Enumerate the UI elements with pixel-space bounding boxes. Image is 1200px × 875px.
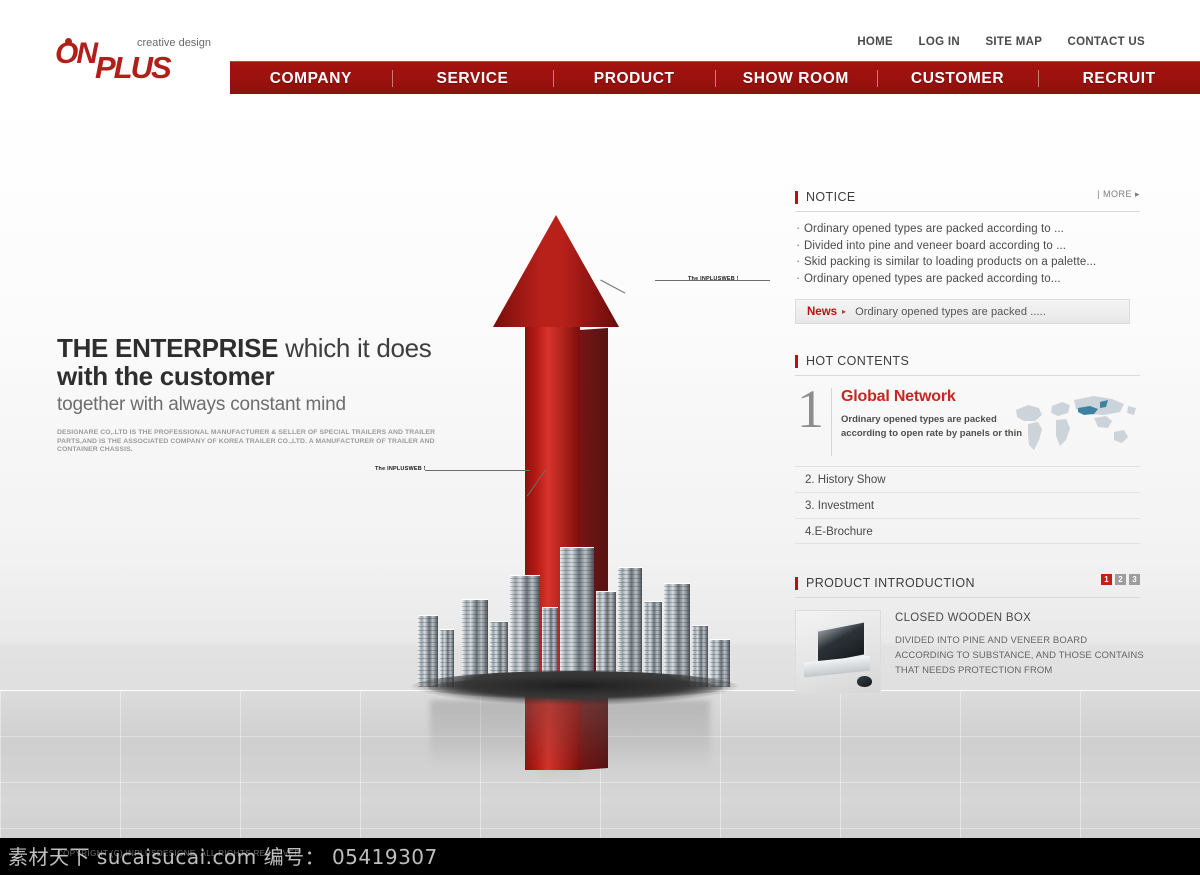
section-accent-bar xyxy=(795,576,798,590)
list-item[interactable]: 2. History Show xyxy=(795,466,1140,492)
product-card-text: CLOSED WOODEN BOX DIVIDED INTO PINE AND … xyxy=(881,610,1145,694)
callout-label-bottom: The INPLUSWEB ! xyxy=(375,466,426,472)
utility-link-sitemap[interactable]: SITE MAP xyxy=(985,36,1042,48)
headline-rest: which it does xyxy=(278,333,432,363)
list-item[interactable]: Ordinary opened types are packed accordi… xyxy=(795,220,1140,238)
news-banner[interactable]: News ▸ Ordinary opened types are packed … xyxy=(795,299,1130,324)
product-introduction-title: PRODUCT INTRODUCTION xyxy=(806,576,975,590)
feature-description: Ordinary opened types are packed accordi… xyxy=(841,414,1023,439)
list-item[interactable]: Ordinary opened types are packed accordi… xyxy=(795,270,1140,288)
utility-link-home[interactable]: HOME xyxy=(857,36,893,48)
logo-dot-icon xyxy=(65,38,72,45)
page-title: THE ENTERPRISE which it does xyxy=(57,334,457,362)
hot-contents-feature[interactable]: 1 Global Network Ordinary opened types a… xyxy=(795,382,1140,464)
utility-link-contact-us[interactable]: CONTACT US xyxy=(1067,36,1145,48)
logo-on-text: ON xyxy=(55,37,98,70)
pagination-page-3[interactable]: 3 xyxy=(1129,574,1140,585)
product-card: CLOSED WOODEN BOX DIVIDED INTO PINE AND … xyxy=(795,610,1144,694)
watermark-text: 素材天下 sucaisucai.com 编号： 05419307 xyxy=(8,845,438,869)
notice-more-link[interactable]: | MORE ▸ xyxy=(1097,189,1140,200)
company-description: DESIGNARE CO,.LTD IS THE PROFESSIONAL MA… xyxy=(57,429,436,454)
list-item[interactable]: 3. Investment xyxy=(795,492,1140,518)
headline-subtitle: together with always constant mind xyxy=(57,394,346,415)
callout-label-top: The INPLUSWEB ! xyxy=(688,276,739,282)
main-navigation: COMPANY SERVICE PRODUCT SHOW ROOM CUSTOM… xyxy=(230,61,1200,94)
page-root: The INPLUSWEB ! The INPLUSWEB ! THE ENTE… xyxy=(0,0,1200,875)
news-headline: Ordinary opened types are packed ..... xyxy=(855,305,1046,318)
headline-emphasis: THE ENTERPRISE xyxy=(57,333,279,363)
product-description: DIVIDED INTO PINE AND VENEER BOARD ACCOR… xyxy=(895,635,1144,676)
notice-header: NOTICE | MORE ▸ xyxy=(795,186,1140,208)
list-item[interactable]: Skid packing is similar to loading produ… xyxy=(795,253,1140,271)
logo-plus-text: PLUS xyxy=(95,50,172,85)
utility-nav: HOME LOG IN SITE MAP CONTACT US xyxy=(857,36,1145,48)
hot-contents-list: 2. History Show 3. Investment 4.E-Brochu… xyxy=(795,466,1140,544)
nav-item-service[interactable]: SERVICE xyxy=(391,62,554,95)
section-accent-bar xyxy=(795,190,798,204)
feature-title: Global Network xyxy=(841,388,956,405)
mouse-icon xyxy=(857,676,872,687)
product-introduction-section: PRODUCT INTRODUCTION 1 2 3 CLOSED WOODEN… xyxy=(795,572,1144,694)
product-introduction-divider xyxy=(795,597,1140,598)
hot-contents-divider xyxy=(795,375,1140,376)
headline-line2-text: with the customer xyxy=(57,361,275,391)
headline-line2: with the customer xyxy=(57,362,457,390)
feature-divider xyxy=(831,388,832,456)
city-base-inner xyxy=(428,677,723,699)
hero-illustration xyxy=(400,180,760,780)
product-introduction-header: PRODUCT INTRODUCTION 1 2 3 xyxy=(795,572,1140,594)
hero-headline-block: THE ENTERPRISE which it does with the cu… xyxy=(57,334,457,455)
nav-item-show-room[interactable]: SHOW ROOM xyxy=(715,62,877,95)
hot-contents-header: HOT CONTENTS xyxy=(795,350,1140,372)
news-arrow-icon: ▸ xyxy=(842,307,847,316)
section-accent-bar xyxy=(795,354,798,368)
nav-item-customer[interactable]: CUSTOMER xyxy=(876,62,1039,95)
news-label: News xyxy=(807,305,838,318)
list-item[interactable]: Divided into pine and veneer board accor… xyxy=(795,237,1140,255)
product-thumbnail[interactable] xyxy=(795,610,881,694)
product-title: CLOSED WOODEN BOX xyxy=(895,612,1032,624)
nav-item-company[interactable]: COMPANY xyxy=(230,62,392,95)
notice-title: NOTICE xyxy=(806,190,856,204)
logo-tagline: creative design xyxy=(137,37,211,49)
pagination-page-2[interactable]: 2 xyxy=(1115,574,1126,585)
site-header: ON PLUS creative design HOME LOG IN SITE… xyxy=(0,0,1200,100)
hot-contents-section: HOT CONTENTS 1 Global Network Ordinary o… xyxy=(795,350,1140,544)
notice-section: NOTICE | MORE ▸ Ordinary opened types ar… xyxy=(795,186,1140,287)
hot-contents-title: HOT CONTENTS xyxy=(806,354,910,368)
logo[interactable]: ON PLUS creative design xyxy=(55,33,255,83)
pagination-page-1[interactable]: 1 xyxy=(1101,574,1112,585)
notice-list: Ordinary opened types are packed accordi… xyxy=(795,220,1140,288)
callout-line-bottom xyxy=(425,470,530,471)
scene-reflection-red xyxy=(540,700,580,780)
product-pagination: 1 2 3 xyxy=(1101,574,1140,585)
utility-link-login[interactable]: LOG IN xyxy=(919,36,960,48)
city-skyline xyxy=(410,535,740,705)
feature-rank-number: 1 xyxy=(797,379,824,439)
nav-item-product[interactable]: PRODUCT xyxy=(553,62,715,95)
world-map-icon xyxy=(1016,396,1136,450)
sidebar-panel: NOTICE | MORE ▸ Ordinary opened types ar… xyxy=(795,186,1144,694)
list-item[interactable]: 4.E-Brochure xyxy=(795,518,1140,544)
laptop-base-icon xyxy=(804,655,870,678)
notice-divider xyxy=(795,211,1140,212)
nav-item-recruit[interactable]: RECRUIT xyxy=(1038,62,1200,95)
